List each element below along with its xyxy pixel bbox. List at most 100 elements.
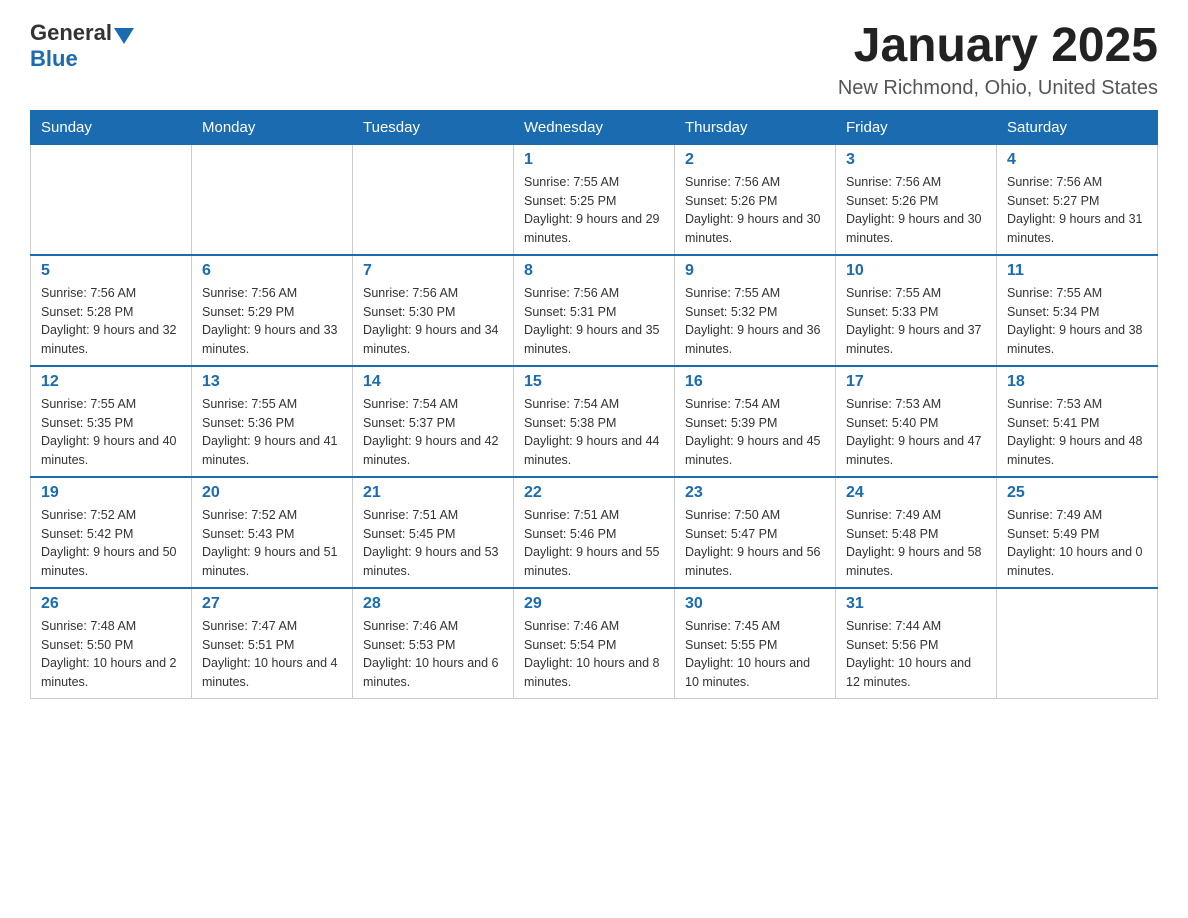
calendar-cell: 2Sunrise: 7:56 AMSunset: 5:26 PMDaylight… bbox=[675, 144, 836, 255]
calendar-cell: 4 Sunrise: 7:56 AMSunset: 5:27 PMDaylight… bbox=[997, 144, 1158, 255]
day-info: Sunrise: 7:56 AMSunset: 5:30 PMDaylight:… bbox=[363, 284, 503, 359]
day-info: Sunrise: 7:55 AMSunset: 5:33 PMDaylight:… bbox=[846, 284, 986, 359]
weekday-header-monday: Monday bbox=[192, 110, 353, 144]
day-info: Sunrise: 7:52 AMSunset: 5:43 PMDaylight:… bbox=[202, 506, 342, 581]
day-info: Sunrise: 7:56 AMSunset: 5:26 PMDaylight:… bbox=[685, 173, 825, 248]
day-number: 27 bbox=[202, 595, 342, 613]
calendar-cell: 17 Sunrise: 7:53 AMSunset: 5:40 PMDayligh… bbox=[836, 366, 997, 477]
day-info: Sunrise: 7:47 AMSunset: 5:51 PMDaylight:… bbox=[202, 617, 342, 692]
calendar-cell: 16 Sunrise: 7:54 AMSunset: 5:39 PMDayligh… bbox=[675, 366, 836, 477]
day-info: Sunrise: 7:52 AMSunset: 5:42 PMDaylight:… bbox=[41, 506, 181, 581]
day-number: 6 bbox=[202, 262, 342, 280]
calendar-cell: 10 Sunrise: 7:55 AMSunset: 5:33 PMDayligh… bbox=[836, 255, 997, 366]
day-info: Sunrise: 7:51 AMSunset: 5:45 PMDaylight:… bbox=[363, 506, 503, 581]
calendar-cell: 11 Sunrise: 7:55 AMSunset: 5:34 PMDayligh… bbox=[997, 255, 1158, 366]
calendar-cell bbox=[997, 588, 1158, 699]
day-number: 21 bbox=[363, 484, 503, 502]
day-number: 18 bbox=[1007, 373, 1147, 391]
day-info: Sunrise: 7:56 AMSunset: 5:26 PMDaylight:… bbox=[846, 173, 986, 248]
day-info: Sunrise: 7:46 AMSunset: 5:54 PMDaylight:… bbox=[524, 617, 664, 692]
day-info: Sunrise: 7:54 AMSunset: 5:38 PMDaylight:… bbox=[524, 395, 664, 470]
day-info: Sunrise: 7:48 AMSunset: 5:50 PMDaylight:… bbox=[41, 617, 181, 692]
day-number: 26 bbox=[41, 595, 181, 613]
calendar-week-row: 12 Sunrise: 7:55 AMSunset: 5:35 PMDayligh… bbox=[31, 366, 1158, 477]
calendar-cell: 12 Sunrise: 7:55 AMSunset: 5:35 PMDayligh… bbox=[31, 366, 192, 477]
logo-triangle-icon bbox=[114, 28, 134, 44]
calendar-cell: 13 Sunrise: 7:55 AMSunset: 5:36 PMDayligh… bbox=[192, 366, 353, 477]
day-number: 9 bbox=[685, 262, 825, 280]
day-number: 3 bbox=[846, 151, 986, 169]
weekday-header-sunday: Sunday bbox=[31, 110, 192, 144]
day-number: 14 bbox=[363, 373, 503, 391]
calendar-cell: 30 Sunrise: 7:45 AMSunset: 5:55 PMDayligh… bbox=[675, 588, 836, 699]
calendar-cell: 31 Sunrise: 7:44 AMSunset: 5:56 PMDayligh… bbox=[836, 588, 997, 699]
day-info: Sunrise: 7:53 AMSunset: 5:40 PMDaylight:… bbox=[846, 395, 986, 470]
day-number: 13 bbox=[202, 373, 342, 391]
logo-general-text: General bbox=[30, 20, 112, 45]
logo: General Blue bbox=[30, 20, 134, 72]
weekday-header-tuesday: Tuesday bbox=[353, 110, 514, 144]
calendar-cell bbox=[192, 144, 353, 255]
calendar-cell: 29 Sunrise: 7:46 AMSunset: 5:54 PMDayligh… bbox=[514, 588, 675, 699]
weekday-header-saturday: Saturday bbox=[997, 110, 1158, 144]
day-number: 30 bbox=[685, 595, 825, 613]
title-area: January 2025 New Richmond, Ohio, United … bbox=[838, 20, 1158, 100]
calendar-cell: 8Sunrise: 7:56 AMSunset: 5:31 PMDaylight… bbox=[514, 255, 675, 366]
day-number: 17 bbox=[846, 373, 986, 391]
day-number: 31 bbox=[846, 595, 986, 613]
calendar-body: 1Sunrise: 7:55 AMSunset: 5:25 PMDaylight… bbox=[31, 144, 1158, 698]
day-number: 4 bbox=[1007, 151, 1147, 169]
calendar-cell: 25Sunrise: 7:49 AMSunset: 5:49 PMDayligh… bbox=[997, 477, 1158, 588]
day-info: Sunrise: 7:44 AMSunset: 5:56 PMDaylight:… bbox=[846, 617, 986, 692]
calendar-cell: 22Sunrise: 7:51 AMSunset: 5:46 PMDayligh… bbox=[514, 477, 675, 588]
day-number: 10 bbox=[846, 262, 986, 280]
calendar-cell: 14 Sunrise: 7:54 AMSunset: 5:37 PMDayligh… bbox=[353, 366, 514, 477]
calendar-cell: 9 Sunrise: 7:55 AMSunset: 5:32 PMDaylight… bbox=[675, 255, 836, 366]
calendar-cell bbox=[31, 144, 192, 255]
calendar-cell: 27 Sunrise: 7:47 AMSunset: 5:51 PMDayligh… bbox=[192, 588, 353, 699]
calendar-cell: 1Sunrise: 7:55 AMSunset: 5:25 PMDaylight… bbox=[514, 144, 675, 255]
calendar-cell: 20Sunrise: 7:52 AMSunset: 5:43 PMDayligh… bbox=[192, 477, 353, 588]
calendar-cell: 26 Sunrise: 7:48 AMSunset: 5:50 PMDayligh… bbox=[31, 588, 192, 699]
logo-wordmark: General Blue bbox=[30, 20, 134, 72]
day-number: 12 bbox=[41, 373, 181, 391]
page-header: General Blue January 2025 New Richmond, … bbox=[30, 20, 1158, 100]
day-info: Sunrise: 7:55 AMSunset: 5:35 PMDaylight:… bbox=[41, 395, 181, 470]
day-info: Sunrise: 7:54 AMSunset: 5:37 PMDaylight:… bbox=[363, 395, 503, 470]
day-info: Sunrise: 7:49 AMSunset: 5:48 PMDaylight:… bbox=[846, 506, 986, 581]
weekday-header-friday: Friday bbox=[836, 110, 997, 144]
day-info: Sunrise: 7:56 AMSunset: 5:31 PMDaylight:… bbox=[524, 284, 664, 359]
calendar-cell bbox=[353, 144, 514, 255]
day-number: 5 bbox=[41, 262, 181, 280]
month-title: January 2025 bbox=[838, 20, 1158, 73]
weekday-header-wednesday: Wednesday bbox=[514, 110, 675, 144]
day-number: 7 bbox=[363, 262, 503, 280]
day-number: 11 bbox=[1007, 262, 1147, 280]
day-info: Sunrise: 7:56 AMSunset: 5:28 PMDaylight:… bbox=[41, 284, 181, 359]
calendar-table: SundayMondayTuesdayWednesdayThursdayFrid… bbox=[30, 110, 1158, 699]
calendar-week-row: 5 Sunrise: 7:56 AMSunset: 5:28 PMDaylight… bbox=[31, 255, 1158, 366]
calendar-cell: 21 Sunrise: 7:51 AMSunset: 5:45 PMDayligh… bbox=[353, 477, 514, 588]
calendar-cell: 19Sunrise: 7:52 AMSunset: 5:42 PMDayligh… bbox=[31, 477, 192, 588]
day-info: Sunrise: 7:55 AMSunset: 5:34 PMDaylight:… bbox=[1007, 284, 1147, 359]
day-info: Sunrise: 7:55 AMSunset: 5:36 PMDaylight:… bbox=[202, 395, 342, 470]
calendar-cell: 18 Sunrise: 7:53 AMSunset: 5:41 PMDayligh… bbox=[997, 366, 1158, 477]
day-info: Sunrise: 7:45 AMSunset: 5:55 PMDaylight:… bbox=[685, 617, 825, 692]
day-number: 29 bbox=[524, 595, 664, 613]
day-info: Sunrise: 7:54 AMSunset: 5:39 PMDaylight:… bbox=[685, 395, 825, 470]
day-info: Sunrise: 7:53 AMSunset: 5:41 PMDaylight:… bbox=[1007, 395, 1147, 470]
day-number: 16 bbox=[685, 373, 825, 391]
day-info: Sunrise: 7:56 AMSunset: 5:27 PMDaylight:… bbox=[1007, 173, 1147, 248]
day-number: 23 bbox=[685, 484, 825, 502]
calendar-cell: 3 Sunrise: 7:56 AMSunset: 5:26 PMDaylight… bbox=[836, 144, 997, 255]
calendar-week-row: 26 Sunrise: 7:48 AMSunset: 5:50 PMDayligh… bbox=[31, 588, 1158, 699]
weekday-header-row: SundayMondayTuesdayWednesdayThursdayFrid… bbox=[31, 110, 1158, 144]
calendar-week-row: 19Sunrise: 7:52 AMSunset: 5:42 PMDayligh… bbox=[31, 477, 1158, 588]
calendar-cell: 15 Sunrise: 7:54 AMSunset: 5:38 PMDayligh… bbox=[514, 366, 675, 477]
day-info: Sunrise: 7:46 AMSunset: 5:53 PMDaylight:… bbox=[363, 617, 503, 692]
calendar-cell: 7 Sunrise: 7:56 AMSunset: 5:30 PMDaylight… bbox=[353, 255, 514, 366]
day-info: Sunrise: 7:55 AMSunset: 5:32 PMDaylight:… bbox=[685, 284, 825, 359]
calendar-cell: 28Sunrise: 7:46 AMSunset: 5:53 PMDayligh… bbox=[353, 588, 514, 699]
day-number: 1 bbox=[524, 151, 664, 169]
day-number: 15 bbox=[524, 373, 664, 391]
